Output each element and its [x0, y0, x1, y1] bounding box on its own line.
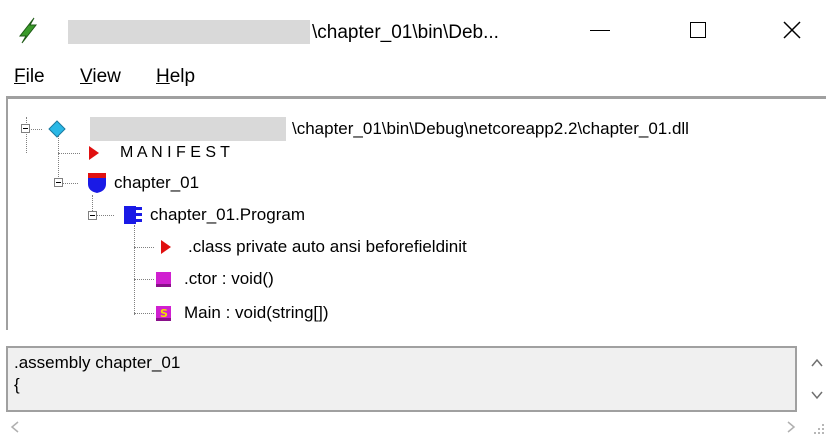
member-label: .class private auto ansi beforefieldinit	[188, 237, 467, 256]
method-icon	[156, 272, 171, 287]
menu-help[interactable]: Help	[156, 66, 195, 88]
menu-file[interactable]: File	[14, 66, 45, 88]
minimize-icon	[590, 29, 610, 31]
horizontal-scrollbar[interactable]	[0, 414, 831, 442]
tree-class[interactable]: chapter_01.Program	[122, 203, 305, 227]
root-path: \chapter_01\bin\Debug\netcoreapp2.2\chap…	[292, 119, 689, 138]
shield-icon	[88, 173, 106, 193]
vertical-scrollbar[interactable]	[808, 346, 826, 412]
red-triangle-icon	[161, 240, 171, 254]
diamond-icon	[48, 120, 66, 138]
tree-member-main[interactable]: S Main : void(string[])	[154, 301, 329, 325]
class-label: chapter_01.Program	[150, 205, 305, 224]
chevron-right-icon[interactable]	[782, 418, 800, 436]
namespace-expander[interactable]	[54, 178, 63, 187]
lightning-icon	[18, 17, 38, 44]
root-expander[interactable]	[21, 124, 30, 133]
chevron-down-icon[interactable]	[808, 386, 826, 404]
maximize-icon	[690, 22, 706, 38]
manifest-label: M A N I F E S T	[120, 144, 230, 161]
redacted-root-path	[90, 117, 286, 141]
class-expander[interactable]	[88, 211, 97, 220]
redacted-path	[68, 20, 310, 44]
class-icon	[124, 206, 142, 224]
close-button[interactable]	[762, 8, 822, 52]
tree-namespace[interactable]: chapter_01	[86, 171, 199, 195]
tree-root[interactable]: \chapter_01\bin\Debug\netcoreapp2.2\chap…	[48, 117, 689, 141]
maximize-button[interactable]	[668, 8, 728, 52]
member-label: .ctor : void()	[184, 269, 274, 288]
tree-member-class-decl[interactable]: .class private auto ansi beforefieldinit	[158, 235, 467, 259]
chevron-up-icon[interactable]	[808, 354, 826, 372]
menu-bar: File View Help	[0, 62, 831, 94]
chevron-left-icon[interactable]	[6, 418, 24, 436]
tree-member-ctor[interactable]: .ctor : void()	[154, 267, 274, 291]
static-method-icon: S	[156, 306, 171, 321]
window-title: \chapter_01\bin\Deb...	[312, 22, 499, 43]
namespace-label: chapter_01	[114, 173, 200, 192]
close-icon	[783, 21, 801, 39]
red-triangle-icon	[89, 146, 99, 160]
member-label: Main : void(string[])	[184, 303, 329, 322]
il-line-2: {	[14, 375, 20, 394]
resize-grip-icon[interactable]	[812, 422, 826, 436]
il-text-view[interactable]: .assembly chapter_01 {	[6, 346, 797, 412]
il-line-1: .assembly chapter_01	[14, 353, 181, 372]
tree-manifest[interactable]: M A N I F E S T	[86, 141, 230, 165]
minimize-button[interactable]	[570, 8, 630, 52]
tree-view[interactable]: \chapter_01\bin\Debug\netcoreapp2.2\chap…	[6, 96, 826, 330]
title-bar: \chapter_01\bin\Deb...	[0, 0, 831, 56]
menu-view[interactable]: View	[80, 66, 121, 88]
svg-text:S: S	[160, 307, 168, 320]
